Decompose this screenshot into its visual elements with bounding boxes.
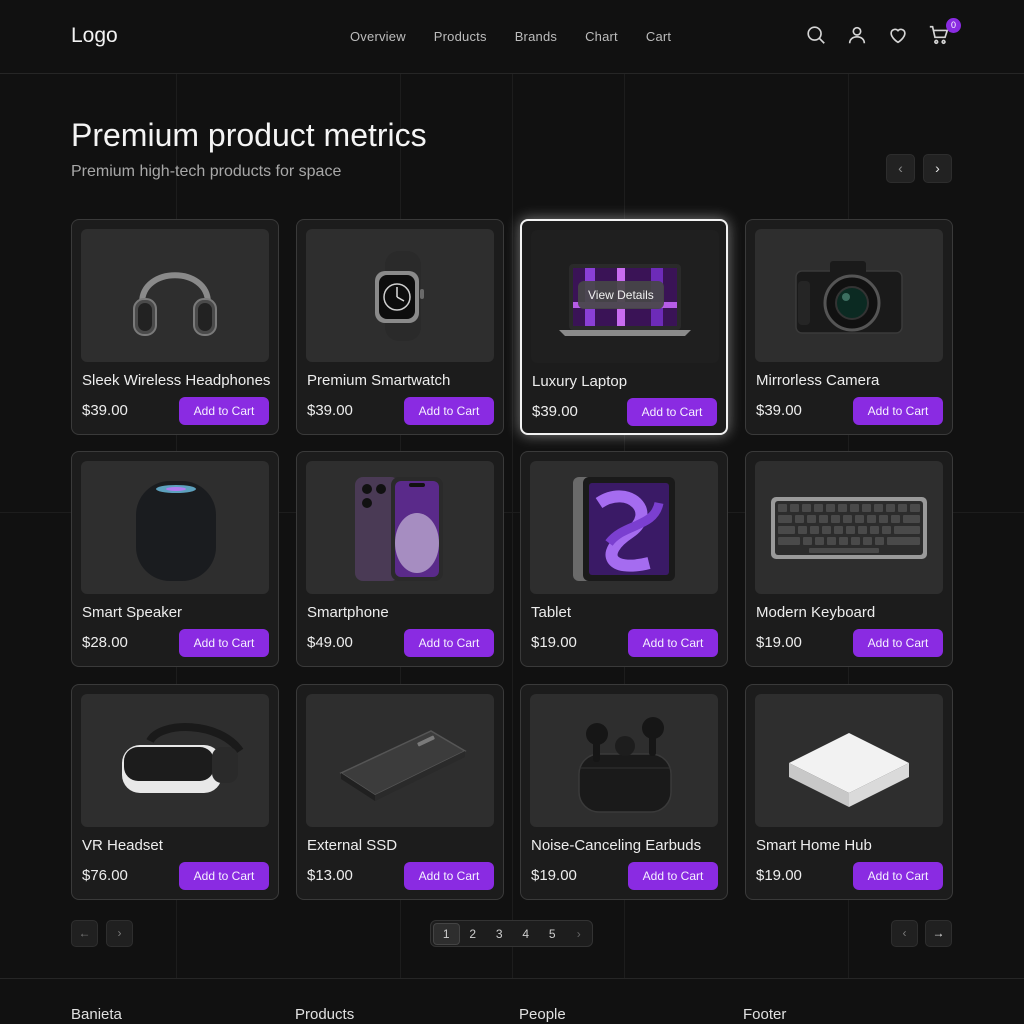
product-name[interactable]: Noise-Canceling Earbuds xyxy=(531,837,701,854)
add-to-cart-button[interactable]: Add to Cart xyxy=(628,862,718,890)
carousel-next-button[interactable]: › xyxy=(923,154,952,183)
footer-column-heading: Banieta xyxy=(71,1006,122,1023)
product-card-selected[interactable]: View Details Luxury Laptop $39.00 Add to… xyxy=(520,219,728,435)
product-card[interactable]: VR Headset $76.00 Add to Cart xyxy=(71,684,279,900)
view-details-button[interactable]: View Details xyxy=(578,281,664,309)
add-to-cart-button[interactable]: Add to Cart xyxy=(404,397,494,425)
page-5[interactable]: 5 xyxy=(539,927,566,941)
add-to-cart-button[interactable]: Add to Cart xyxy=(404,862,494,890)
footer-column-heading: People xyxy=(519,1006,566,1023)
page-2[interactable]: 2 xyxy=(460,927,487,941)
product-price: $19.00 xyxy=(531,634,577,651)
prev-arrow-button[interactable]: ← xyxy=(71,920,98,947)
product-card[interactable]: Tablet $19.00 Add to Cart xyxy=(520,451,728,667)
product-price: $49.00 xyxy=(307,634,353,651)
footer-column-heading: Footer xyxy=(743,1006,787,1023)
add-to-cart-button[interactable]: Add to Cart xyxy=(179,397,269,425)
search-icon[interactable] xyxy=(805,24,829,48)
prev-page-button[interactable]: ‹ xyxy=(891,920,918,947)
logo[interactable]: Logo xyxy=(71,24,118,48)
product-name[interactable]: Smart Speaker xyxy=(82,604,182,621)
product-name[interactable]: Smart Home Hub xyxy=(756,837,872,854)
page-4[interactable]: 4 xyxy=(513,927,540,941)
product-card[interactable]: Modern Keyboard $19.00 Add to Cart xyxy=(745,451,953,667)
heart-icon[interactable] xyxy=(887,24,911,48)
nav-overview[interactable]: Overview xyxy=(350,29,406,44)
nav-products[interactable]: Products xyxy=(434,29,487,44)
site-footer: Banieta Products People Footer xyxy=(0,978,1024,1024)
product-name[interactable]: External SSD xyxy=(307,837,397,854)
product-card[interactable]: Mirrorless Camera $39.00 Add to Cart xyxy=(745,219,953,435)
product-card[interactable]: Smart Speaker $28.00 Add to Cart xyxy=(71,451,279,667)
vr-headset-icon xyxy=(81,694,269,827)
product-card[interactable]: Smart Home Hub $19.00 Add to Cart xyxy=(745,684,953,900)
headphones-icon xyxy=(81,229,269,362)
product-price: $39.00 xyxy=(307,402,353,419)
smartphone-icon xyxy=(306,461,494,594)
keyboard-icon xyxy=(755,461,943,594)
product-name[interactable]: Luxury Laptop xyxy=(532,373,627,390)
carousel-prev-button[interactable]: ‹ xyxy=(886,154,915,183)
camera-icon xyxy=(755,229,943,362)
product-price: $39.00 xyxy=(756,402,802,419)
product-card[interactable]: External SSD $13.00 Add to Cart xyxy=(296,684,504,900)
ssd-icon xyxy=(306,694,494,827)
next-page-button[interactable]: → xyxy=(925,920,952,947)
user-icon[interactable] xyxy=(846,24,870,48)
home-hub-icon xyxy=(755,694,943,827)
product-price: $39.00 xyxy=(82,402,128,419)
speaker-icon xyxy=(81,461,269,594)
product-name[interactable]: Modern Keyboard xyxy=(756,604,875,621)
product-price: $19.00 xyxy=(756,634,802,651)
product-price: $76.00 xyxy=(82,867,128,884)
tablet-icon xyxy=(530,461,718,594)
add-to-cart-button[interactable]: Add to Cart xyxy=(404,629,494,657)
earbuds-icon xyxy=(530,694,718,827)
product-card[interactable]: Sleek Wireless Headphones $39.00 Add to … xyxy=(71,219,279,435)
product-name[interactable]: Mirrorless Camera xyxy=(756,372,879,389)
nav-cart[interactable]: Cart xyxy=(646,29,671,44)
add-to-cart-button[interactable]: Add to Cart xyxy=(179,629,269,657)
product-name[interactable]: Smartphone xyxy=(307,604,389,621)
smartwatch-icon xyxy=(306,229,494,362)
product-price: $28.00 xyxy=(82,634,128,651)
page-3[interactable]: 3 xyxy=(486,927,513,941)
add-to-cart-button[interactable]: Add to Cart xyxy=(853,629,943,657)
add-to-cart-button[interactable]: Add to Cart xyxy=(628,629,718,657)
chevron-right-icon[interactable]: › xyxy=(566,927,593,941)
cart-icon[interactable]: 0 xyxy=(928,18,961,48)
product-price: $13.00 xyxy=(307,867,353,884)
add-to-cart-button[interactable]: Add to Cart xyxy=(179,862,269,890)
product-price: $19.00 xyxy=(756,867,802,884)
product-card[interactable]: Premium Smartwatch $39.00 Add to Cart xyxy=(296,219,504,435)
header-actions: 0 xyxy=(805,18,969,48)
nav-chart[interactable]: Chart xyxy=(585,29,618,44)
site-header: Logo Overview Products Brands Chart Cart… xyxy=(0,0,1024,74)
product-price: $19.00 xyxy=(531,867,577,884)
page-subtitle: Premium high-tech products for space xyxy=(71,163,342,180)
product-price: $39.00 xyxy=(532,403,578,420)
background-grid-line xyxy=(512,74,513,978)
product-card[interactable]: Smartphone $49.00 Add to Cart xyxy=(296,451,504,667)
add-to-cart-button[interactable]: Add to Cart xyxy=(853,862,943,890)
add-to-cart-button[interactable]: Add to Cart xyxy=(627,398,717,426)
product-name[interactable]: Sleek Wireless Headphones xyxy=(82,372,270,389)
next-small-button[interactable]: › xyxy=(106,920,133,947)
nav-brands[interactable]: Brands xyxy=(515,29,557,44)
product-name[interactable]: Premium Smartwatch xyxy=(307,372,450,389)
cart-count-badge: 0 xyxy=(946,18,961,33)
footer-column-heading: Products xyxy=(295,1006,355,1023)
main-nav: Overview Products Brands Chart Cart xyxy=(350,29,699,44)
page-title: Premium product metrics xyxy=(71,117,427,153)
page-1[interactable]: 1 xyxy=(433,922,460,945)
pagination: 1 2 3 4 5 › xyxy=(430,920,593,947)
product-name[interactable]: Tablet xyxy=(531,604,571,621)
product-name[interactable]: VR Headset xyxy=(82,837,163,854)
add-to-cart-button[interactable]: Add to Cart xyxy=(853,397,943,425)
product-card[interactable]: Noise-Canceling Earbuds $19.00 Add to Ca… xyxy=(520,684,728,900)
